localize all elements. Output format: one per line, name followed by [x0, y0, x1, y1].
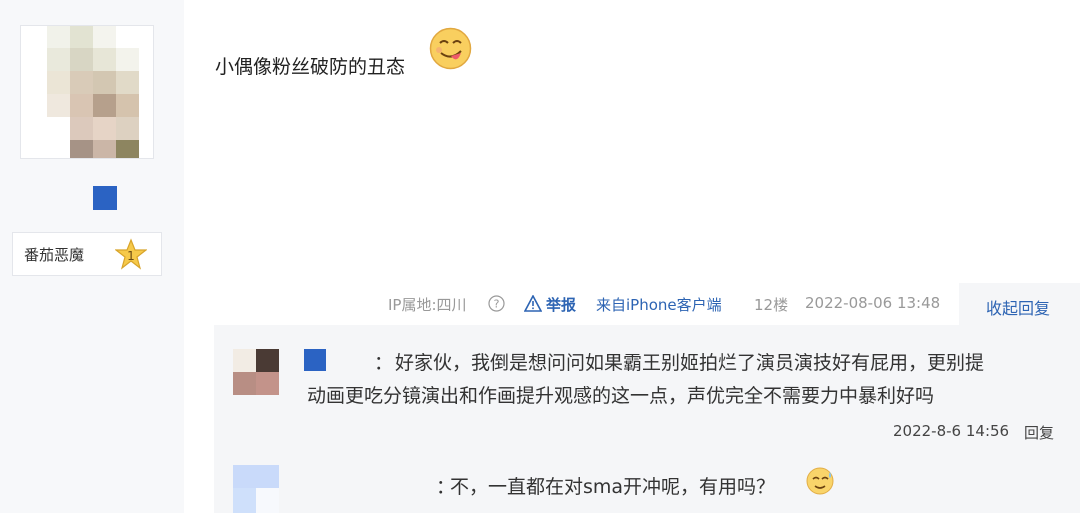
post-datetime: 2022-08-06 13:48	[805, 294, 941, 312]
reply-prefix: ：	[374, 352, 394, 374]
author-sidebar: 番茄恶魔 1	[0, 0, 184, 513]
sweat-face-icon	[806, 467, 834, 495]
help-icon[interactable]: ?	[488, 295, 505, 312]
tongue-face-icon	[429, 27, 472, 70]
reply-avatar[interactable]	[233, 349, 279, 395]
reply-content: 好家伙，我倒是想问问如果霸王别姬拍烂了演员演技好有屁用，更别提	[395, 352, 985, 374]
author-avatar[interactable]	[20, 25, 154, 159]
floor-number: 12楼	[754, 296, 789, 314]
svg-text:?: ?	[494, 298, 500, 311]
client-source[interactable]: 来自iPhone客户端	[596, 294, 722, 315]
warning-icon[interactable]	[524, 295, 542, 312]
level-star-icon: 1	[115, 238, 147, 270]
reply-panel: ： 好家伙，我倒是想问问如果霸王别姬拍烂了演员演技好有屁用，更别提 动画更吃分镜…	[214, 325, 1080, 513]
reply-content: 不，一直都在对sma开冲呢，有用吗？	[450, 476, 776, 498]
reply-button[interactable]: 回复	[1024, 422, 1054, 443]
report-link[interactable]: 举报	[546, 294, 576, 315]
reply-user-badge	[304, 349, 326, 371]
post-content: 小偶像粉丝破防的丑态	[215, 56, 406, 78]
user-badge	[93, 186, 117, 210]
reply-avatar[interactable]	[233, 465, 279, 513]
ip-location: IP属地:四川	[388, 296, 467, 314]
reply-time: 2022-8-6 14:56	[893, 422, 1010, 440]
reply-content-cont: 动画更吃分镜演出和作画提升观感的这一点，声优完全不需要力中暴利好吗	[307, 385, 935, 407]
author-nickname[interactable]: 番茄恶魔	[24, 244, 84, 265]
author-nickname-box[interactable]: 番茄恶魔 1	[12, 232, 162, 276]
level-number: 1	[127, 249, 135, 263]
collapse-replies-label[interactable]: 收起回复	[986, 295, 1050, 319]
collapse-replies-tab[interactable]: 收起回复	[959, 283, 1080, 325]
